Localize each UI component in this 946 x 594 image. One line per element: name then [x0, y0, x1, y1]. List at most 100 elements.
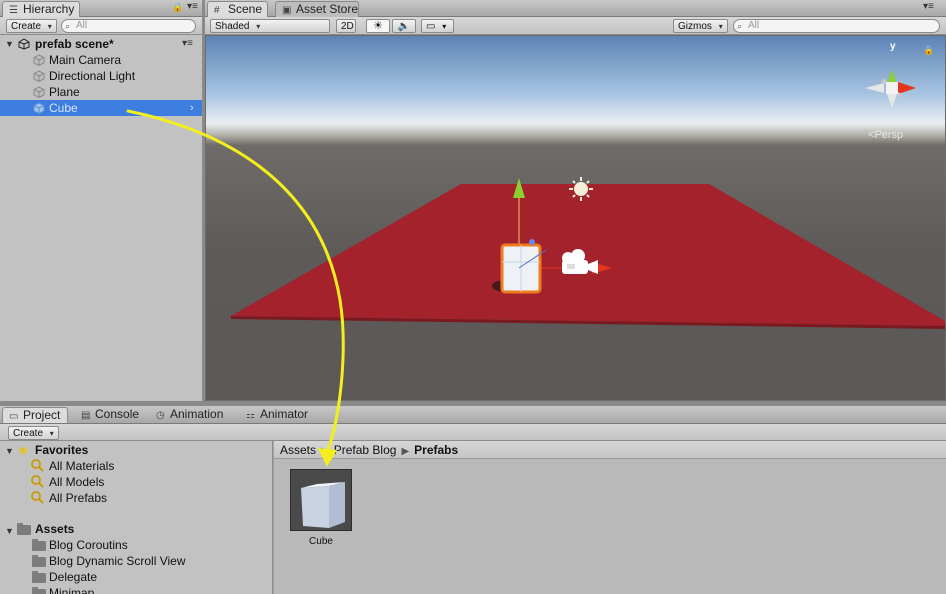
favorite-item[interactable]: All Materials	[49, 458, 114, 474]
scene-viewport[interactable]: y 🔒 <Persp	[205, 35, 946, 401]
scene-toolbar: Shaded 2D ☀ 🔈 ▭ ▾ Gizmos ⌕ All	[205, 17, 946, 35]
scene-menu-icon[interactable]: ▾≡	[182, 36, 193, 52]
favorite-item-label: All Materials	[49, 459, 115, 473]
expand-triangle-icon[interactable]: ▼	[5, 36, 14, 52]
shading-mode-dropdown[interactable]: Shaded	[210, 19, 330, 33]
gameobject-icon	[33, 54, 45, 66]
tab-console[interactable]: ▤ Console	[75, 407, 145, 423]
scene-name: prefab scene*	[35, 37, 114, 51]
panel-menu-icon[interactable]: ▾≡	[187, 1, 198, 12]
effects-dropdown[interactable]: ▭ ▾	[421, 19, 454, 33]
project-toolbar: Create	[0, 424, 946, 441]
lock-icon[interactable]: 🔒	[172, 2, 183, 13]
animation-icon: ◷	[156, 410, 165, 421]
hierarchy-search-input[interactable]: ⌕ All	[61, 19, 196, 33]
hierarchy-create-button[interactable]: Create	[6, 19, 57, 33]
asset-folder-item[interactable]: Blog Coroutins	[49, 537, 128, 553]
projection-toggle[interactable]: <Persp	[868, 129, 903, 141]
hierarchy-search-placeholder: All	[76, 20, 88, 31]
gizmos-label: Gizmos	[678, 21, 712, 32]
search-filter-icon	[31, 475, 44, 488]
hierarchy-item-label: Cube	[49, 101, 78, 115]
favorite-item[interactable]: All Models	[49, 474, 104, 490]
asset-item-cube[interactable]: Cube	[290, 469, 352, 547]
prefab-thumbnail	[290, 469, 352, 531]
gizmos-dropdown[interactable]: Gizmos	[673, 19, 728, 33]
hierarchy-item-label: Directional Light	[49, 69, 136, 83]
folder-icon	[32, 555, 46, 567]
assets-label: Assets	[35, 522, 75, 536]
hierarchy-item-label: Plane	[49, 85, 80, 99]
asset-folder-item[interactable]: Minimap	[49, 585, 94, 594]
favorites-label: Favorites	[35, 443, 89, 457]
folder-icon	[32, 587, 46, 594]
tab-console-label: Console	[95, 407, 140, 421]
tab-animator-label: Animator	[260, 407, 309, 421]
scene-root-row[interactable]: ▼ prefab scene* ▾≡	[0, 36, 202, 52]
folder-icon	[17, 523, 31, 535]
hierarchy-tabbar: ☰ Hierarchy 🔒 ▾≡	[0, 0, 202, 17]
animator-icon: ⚏	[246, 410, 255, 421]
asset-folder-item[interactable]: Delegate	[49, 569, 97, 585]
assets-header[interactable]: Assets	[35, 521, 74, 537]
search-icon: ⌕	[65, 21, 71, 31]
speaker-icon: 🔈	[397, 21, 411, 32]
scene-search-placeholder: All	[748, 20, 760, 31]
tab-hierarchy[interactable]: ☰ Hierarchy	[2, 1, 80, 17]
grid-icon: #	[214, 5, 220, 16]
breadcrumb-separator-icon: ▶	[401, 446, 410, 457]
project-folder-tree: ▼ ★ Favorites All Materials All Models A…	[0, 441, 273, 594]
image-icon: ▭	[426, 21, 436, 32]
mode-2d-label: 2D	[341, 21, 354, 32]
breadcrumb-current: Prefabs	[414, 443, 459, 457]
persp-label: Persp	[874, 129, 904, 141]
breadcrumb: Assets ▶ Prefab Blog ▶ Prefabs	[274, 441, 946, 459]
favorite-item[interactable]: All Prefabs	[49, 490, 107, 506]
audio-toggle[interactable]: 🔈	[392, 19, 416, 33]
hierarchy-item-main-camera[interactable]: Main Camera	[0, 52, 202, 68]
breadcrumb-separator-icon: ▶	[321, 446, 329, 457]
unity-logo-icon	[18, 38, 30, 50]
gizmo-z-handle	[529, 239, 535, 245]
asset-folder-label: Blog Dynamic Scroll View	[49, 554, 186, 568]
scene-lock-icon[interactable]: 🔒	[923, 45, 934, 56]
breadcrumb-item[interactable]: Prefab Blog	[334, 443, 397, 457]
breadcrumb-item[interactable]: Assets	[280, 443, 316, 457]
hierarchy-item-cube[interactable]: Cube ›	[0, 100, 202, 116]
tab-asset-store[interactable]: ▣ Asset Store	[275, 1, 359, 17]
gizmo-axis-label: y	[890, 41, 896, 52]
hierarchy-item-plane[interactable]: Plane	[0, 84, 202, 100]
hierarchy-item-directional-light[interactable]: Directional Light	[0, 68, 202, 84]
folder-icon	[32, 539, 46, 551]
project-create-label: Create	[13, 428, 44, 439]
tab-project[interactable]: ▭ Project	[2, 407, 68, 423]
tab-animation[interactable]: ◷ Animation	[150, 407, 229, 423]
project-asset-grid	[274, 441, 946, 594]
tab-animator[interactable]: ⚏ Animator	[240, 407, 314, 423]
favorites-header[interactable]: Favorites	[35, 442, 88, 458]
scene-search-input[interactable]: ⌕ All	[733, 19, 940, 33]
star-icon: ★	[17, 442, 30, 458]
sun-icon: ☀	[373, 20, 383, 32]
asset-folder-label: Minimap	[49, 586, 95, 594]
expand-triangle-icon[interactable]: ▼	[5, 446, 14, 456]
expand-triangle-icon[interactable]: ▼	[5, 526, 14, 536]
asset-folder-label: Delegate	[49, 570, 98, 584]
project-create-button[interactable]: Create	[8, 426, 59, 440]
chevron-down-icon: ▾	[442, 22, 447, 31]
bottom-tabbar: ▭ Project ▤ Console ◷ Animation ⚏ Animator	[0, 406, 946, 424]
panel-menu-icon[interactable]: ▾≡	[923, 1, 934, 12]
mode-2d-toggle[interactable]: 2D	[336, 19, 356, 33]
tab-scene-label: Scene	[228, 2, 263, 16]
scene-canvas	[231, 70, 945, 329]
gameobject-icon	[33, 102, 45, 114]
tab-scene[interactable]: # Scene	[207, 1, 268, 17]
folder-icon: ▭	[9, 411, 19, 422]
asset-folder-item[interactable]: Blog Dynamic Scroll View	[49, 553, 186, 569]
folder-icon	[32, 571, 46, 583]
search-icon: ⌕	[737, 21, 743, 31]
search-filter-icon	[31, 459, 44, 472]
chevron-right-icon[interactable]: ›	[190, 100, 194, 116]
tab-animation-label: Animation	[170, 407, 224, 421]
lighting-toggle[interactable]: ☀	[366, 19, 390, 33]
